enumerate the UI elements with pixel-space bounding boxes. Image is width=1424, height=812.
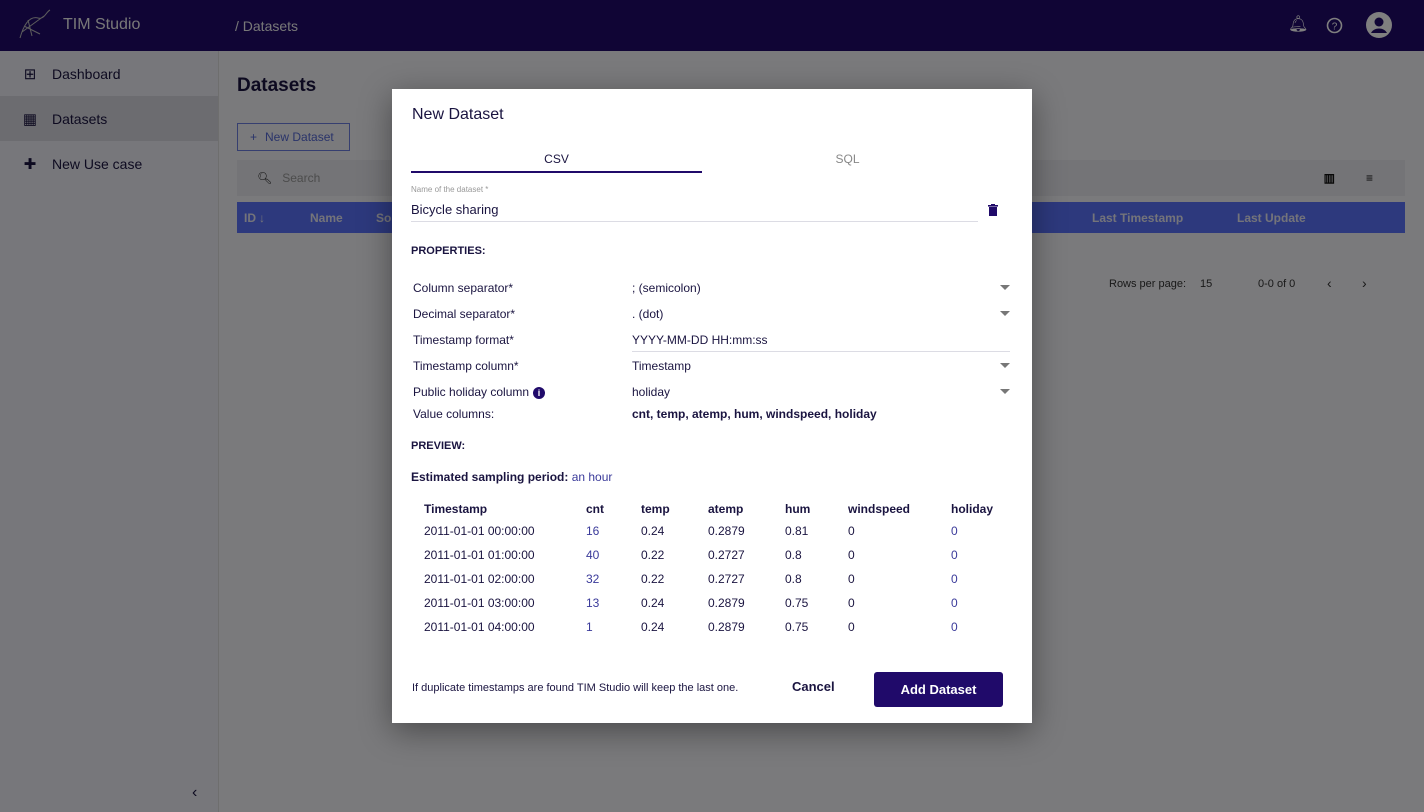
property-label: Value columns: — [413, 407, 495, 421]
table-cell: 0.8 — [785, 548, 802, 562]
table-cell: 0.2879 — [708, 524, 745, 538]
trash-icon[interactable] — [988, 204, 998, 216]
property-value: . (dot) — [632, 307, 664, 321]
dataset-name-input[interactable]: Bicycle sharing — [411, 202, 498, 217]
table-cell: 0.75 — [785, 620, 809, 634]
property-label: Timestamp column* — [413, 359, 519, 373]
property-label: Column separator* — [413, 281, 514, 295]
table-cell: 32 — [586, 572, 600, 586]
dropdown-arrow-icon — [1000, 389, 1010, 394]
column-separator-select[interactable]: Column separator* ; (semicolon) — [413, 281, 1010, 303]
table-row: 2011-01-01 03:00:00 13 0.24 0.2879 0.75 0 0 — [424, 591, 1001, 615]
property-value: Timestamp — [632, 359, 691, 373]
preview-heading: PREVIEW: — [411, 440, 466, 452]
table-cell: 0.2879 — [708, 596, 745, 610]
table-row: 2011-01-01 01:00:00 40 0.22 0.2727 0.8 0 0 — [424, 543, 1001, 567]
new-dataset-dialog: New Dataset CSV SQL Name of the dataset … — [392, 89, 1032, 723]
table-cell: 16 — [586, 524, 600, 538]
info-icon[interactable]: i — [533, 387, 546, 399]
table-cell: 0 — [848, 548, 855, 562]
column-header: temp — [641, 502, 670, 516]
dropdown-arrow-icon — [1000, 311, 1010, 316]
table-cell: 0 — [951, 524, 958, 538]
value-columns: Value columns: cnt, temp, atemp, hum, win… — [413, 407, 1010, 429]
sampling-label: Estimated sampling period: — [411, 470, 569, 484]
tab-csv[interactable]: CSV — [411, 152, 702, 173]
property-label: Public holiday column — [413, 385, 530, 399]
table-cell: 2011-01-01 04:00:00 — [424, 620, 535, 634]
table-cell: 2011-01-01 01:00:00 — [424, 548, 535, 562]
property-value: ; (semicolon) — [632, 281, 701, 295]
table-cell: 0.75 — [785, 596, 809, 610]
table-cell: 13 — [586, 596, 600, 610]
property-value: YYYY-MM-DD HH:mm:ss — [632, 333, 768, 347]
dialog-title: New Dataset — [412, 106, 504, 123]
table-cell: 0 — [951, 596, 958, 610]
table-cell: 0 — [848, 572, 855, 586]
table-cell: 2011-01-01 02:00:00 — [424, 572, 535, 586]
public-holiday-column-select[interactable]: Public holiday column i holiday — [413, 385, 1010, 407]
table-cell: 0.2727 — [708, 548, 745, 562]
table-cell: 0.2879 — [708, 620, 745, 634]
table-cell: 0 — [951, 620, 958, 634]
sampling-value: an hour — [571, 470, 613, 484]
table-row: 2011-01-01 00:00:00 16 0.24 0.2879 0.81 0 0 — [424, 519, 1001, 543]
property-value: holiday — [632, 385, 671, 399]
property-label: Timestamp format* — [413, 333, 514, 347]
table-cell: 0.2727 — [708, 572, 745, 586]
divider — [411, 221, 978, 222]
table-cell: 0 — [848, 524, 855, 538]
column-header: cnt — [586, 502, 604, 516]
tab-sql[interactable]: SQL — [702, 152, 993, 166]
divider — [632, 351, 1010, 352]
preview-table: Timestamp cnt temp atemp hum windspeed h… — [424, 499, 1001, 639]
sampling-period: Estimated sampling period: an hour — [411, 470, 612, 484]
column-header: holiday — [951, 502, 994, 516]
duplicate-note: If duplicate timestamps are found TIM St… — [412, 682, 739, 694]
timestamp-column-select[interactable]: Timestamp column* Timestamp — [413, 359, 1010, 381]
dropdown-arrow-icon — [1000, 363, 1010, 368]
table-cell: 2011-01-01 00:00:00 — [424, 524, 535, 538]
property-value: cnt, temp, atemp, hum, windspeed, holida… — [632, 407, 877, 421]
table-cell: 0 — [951, 572, 958, 586]
table-cell: 0.81 — [785, 524, 809, 538]
decimal-separator-select[interactable]: Decimal separator* . (dot) — [413, 307, 1010, 329]
table-cell: 2011-01-01 03:00:00 — [424, 596, 535, 610]
name-field-label: Name of the dataset * — [411, 185, 489, 194]
column-header: windspeed — [848, 502, 911, 516]
table-cell: 0.24 — [641, 596, 665, 610]
column-header: hum — [785, 502, 811, 516]
table-cell: 0.24 — [641, 620, 665, 634]
table-row: 2011-01-01 04:00:00 1 0.24 0.2879 0.75 0 0 — [424, 615, 1001, 639]
table-cell: 0 — [848, 596, 855, 610]
cancel-button[interactable]: Cancel — [792, 679, 835, 694]
add-dataset-button[interactable]: Add Dataset — [874, 672, 1003, 707]
table-cell: 0.22 — [641, 572, 665, 586]
table-cell: 0.22 — [641, 548, 665, 562]
column-header: atemp — [708, 502, 744, 516]
dropdown-arrow-icon — [1000, 285, 1010, 290]
column-header: Timestamp — [424, 502, 488, 516]
table-cell: 40 — [586, 548, 600, 562]
table-cell: 0 — [951, 548, 958, 562]
table-cell: 1 — [586, 620, 593, 634]
table-row: 2011-01-01 02:00:00 32 0.22 0.2727 0.8 0 0 — [424, 567, 1001, 591]
properties-heading: PROPERTIES: — [411, 245, 486, 257]
property-label: Decimal separator* — [413, 307, 516, 321]
table-cell: 0.8 — [785, 572, 802, 586]
table-cell: 0 — [848, 620, 855, 634]
table-header-row: Timestamp cnt temp atemp hum windspeed h… — [424, 499, 1001, 519]
table-cell: 0.24 — [641, 524, 665, 538]
